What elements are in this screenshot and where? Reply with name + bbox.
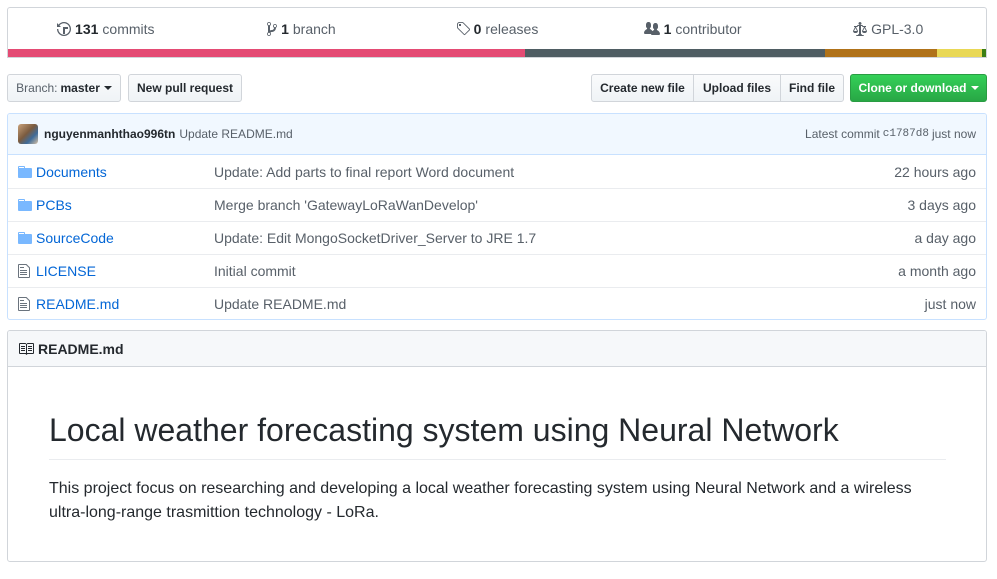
commit-author[interactable]: nguyenmanhthao996tn — [44, 127, 175, 141]
branch-icon — [267, 21, 278, 36]
releases-link[interactable]: 0 releases — [399, 21, 595, 37]
file-commit-message[interactable]: Update README.md — [214, 296, 925, 312]
language-segment — [525, 49, 825, 57]
branch-select-button[interactable]: Branch: master — [7, 74, 121, 102]
license-link[interactable]: GPL-3.0 — [790, 21, 986, 37]
readme-body: Local weather forecasting system using N… — [8, 367, 986, 525]
file-name-link[interactable]: LICENSE — [36, 263, 214, 279]
branch-label: branch — [292, 20, 336, 37]
file-age: a day ago — [914, 230, 977, 246]
branch-prefix: Branch: — [16, 81, 58, 95]
new-pull-request-button[interactable]: New pull request — [128, 74, 242, 102]
commit-message[interactable]: Update README.md — [179, 127, 292, 141]
clone-or-download-button[interactable]: Clone or download — [850, 74, 987, 102]
repository-lang-stats-bar[interactable] — [8, 49, 986, 57]
repo-summary: 131 commits 1 branch 0 releases 1 contri… — [7, 7, 987, 58]
folder-icon — [8, 197, 36, 213]
latest-commit-label: Latest commit — [805, 127, 880, 141]
numbers-summary: 131 commits 1 branch 0 releases 1 contri… — [8, 8, 986, 49]
create-new-file-label: Create new file — [600, 81, 685, 95]
file-row: PCBs Merge branch 'GatewayLoRaWanDevelop'… — [8, 188, 986, 221]
commits-link[interactable]: 131 commits — [8, 21, 204, 37]
find-file-label: Find file — [789, 81, 835, 95]
folder-icon — [8, 230, 36, 246]
file-row: README.md Update README.md just now — [8, 287, 986, 319]
language-segment — [8, 49, 526, 57]
tag-icon — [456, 21, 470, 35]
releases-count: 0 — [473, 20, 482, 37]
file-commit-message[interactable]: Initial commit — [214, 263, 898, 279]
readme-panel: README.md Local weather forecasting syst… — [7, 330, 987, 562]
language-segment — [824, 49, 938, 57]
releases-label: releases — [485, 20, 539, 37]
file-icon — [8, 263, 36, 279]
upload-files-button[interactable]: Upload files — [693, 74, 781, 102]
contributors-label: contributor — [675, 20, 742, 37]
latest-commit-bar: nguyenmanhthao996tn Update README.md Lat… — [8, 114, 986, 155]
file-name-link[interactable]: Documents — [36, 164, 214, 180]
file-commit-message[interactable]: Update: Edit MongoSocketDriver_Server to… — [214, 230, 915, 246]
upload-files-label: Upload files — [702, 81, 771, 95]
find-file-button[interactable]: Find file — [780, 74, 844, 102]
avatar[interactable] — [18, 124, 38, 144]
file-age: just now — [924, 296, 976, 312]
create-new-file-button[interactable]: Create new file — [591, 74, 694, 102]
caret-down-icon — [103, 86, 112, 90]
readme-title: Local weather forecasting system using N… — [49, 410, 946, 460]
file-row: SourceCode Update: Edit MongoSocketDriver… — [8, 221, 986, 254]
file-commit-message[interactable]: Merge branch 'GatewayLoRaWanDevelop' — [214, 197, 908, 213]
readme-header: README.md — [8, 331, 986, 367]
people-icon — [643, 21, 660, 35]
history-icon — [57, 21, 72, 36]
book-icon — [19, 342, 34, 355]
file-navigation-buttons: Create new file Upload files Find file — [591, 74, 844, 102]
file-name-link[interactable]: PCBs — [36, 197, 214, 213]
file-navigation-table: nguyenmanhthao996tn Update README.md Lat… — [7, 113, 987, 320]
license-label: GPL-3.0 — [871, 20, 924, 37]
readme-description: This project focus on researching and de… — [49, 480, 912, 521]
commit-time: just now — [931, 127, 976, 141]
commits-label: commits — [102, 20, 155, 37]
file-list: Documents Update: Add parts to final repo… — [8, 155, 986, 319]
readme-filename: README.md — [38, 340, 124, 357]
file-age: 3 days ago — [907, 197, 977, 213]
file-age: a month ago — [898, 263, 976, 279]
file-row: LICENSE Initial commit a month ago — [8, 254, 986, 287]
new-pull-request-label: New pull request — [136, 81, 234, 95]
language-segment — [982, 49, 986, 57]
file-icon — [8, 296, 36, 312]
caret-down-icon — [970, 86, 979, 90]
file-row: Documents Update: Add parts to final repo… — [8, 155, 986, 188]
language-segment — [937, 49, 983, 57]
branches-link[interactable]: 1 branch — [204, 21, 400, 37]
law-icon — [853, 21, 868, 36]
commit-sha[interactable]: c1787d8 — [883, 128, 929, 140]
commits-count: 131 — [75, 20, 99, 37]
file-name-link[interactable]: SourceCode — [36, 230, 214, 246]
contributors-link[interactable]: 1 contributor — [595, 21, 791, 37]
contributors-count: 1 — [663, 20, 672, 37]
folder-icon — [8, 164, 36, 180]
file-name-link[interactable]: README.md — [36, 296, 214, 312]
file-commit-message[interactable]: Update: Add parts to final report Word d… — [214, 164, 894, 180]
clone-or-download-label: Clone or download — [858, 81, 967, 95]
branch-name: master — [60, 81, 100, 95]
file-age: 22 hours ago — [894, 163, 976, 180]
branch-count: 1 — [281, 20, 289, 37]
